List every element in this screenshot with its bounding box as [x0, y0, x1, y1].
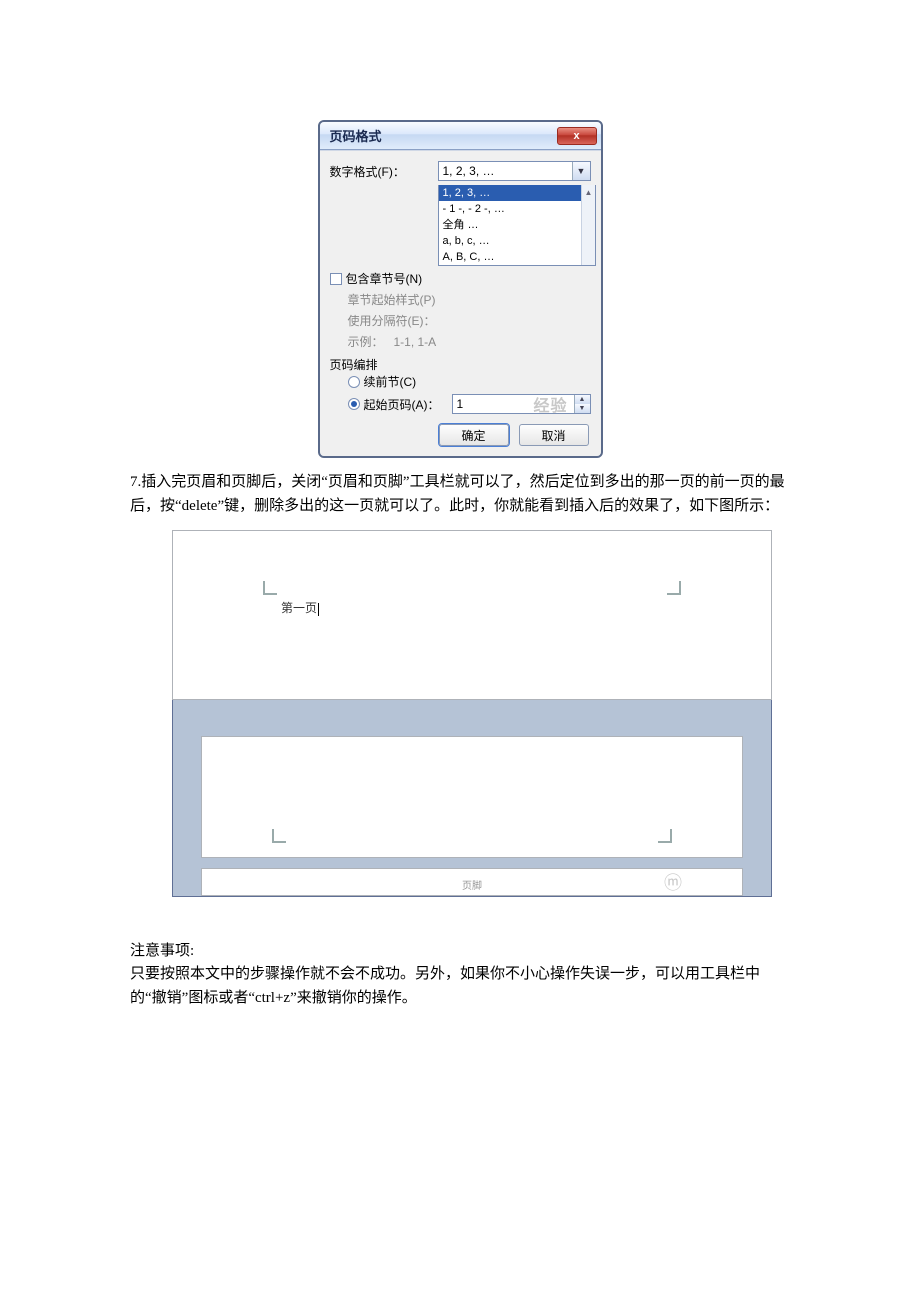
close-icon: x [573, 130, 579, 142]
result-preview-figure: 第一页 页脚 ⓜ [172, 530, 772, 897]
close-button[interactable]: x [557, 127, 597, 145]
preview-page-3: 页脚 ⓜ [201, 868, 743, 896]
number-format-label: 数字格式(F)： [330, 163, 438, 180]
step-7-text: 7.插入完页眉和页脚后，关闭“页眉和页脚”工具栏就可以了，然后定位到多出的那一页… [130, 470, 790, 518]
dialog-body: 数字格式(F)： 1, 2, 3, … ▼ 1, 2, 3, … - 1 -, … [320, 150, 601, 456]
include-chapter-label: 包含章节号(N) [346, 270, 423, 287]
cancel-button[interactable]: 取消 [519, 424, 589, 446]
dropdown-option[interactable]: 全角 … [439, 217, 595, 233]
dialog-title: 页码格式 [330, 126, 382, 145]
dropdown-option[interactable]: 1, 2, 3, … [439, 185, 595, 201]
separator-label: 使用分隔符(E)： [348, 312, 436, 329]
continue-label: 续前节(C) [364, 373, 417, 390]
text-cursor-icon [318, 603, 319, 616]
spinner-down-icon[interactable]: ▼ [575, 404, 590, 413]
dialog-titlebar: 页码格式 x [320, 122, 601, 150]
chevron-down-icon: ▼ [572, 162, 590, 180]
page-footer-text: 页脚 [462, 877, 482, 892]
example-row: 示例： 1-1, 1-A [330, 333, 591, 350]
start-at-label: 起始页码(A)： [364, 396, 452, 413]
page-gap [173, 700, 771, 736]
number-format-combo[interactable]: 1, 2, 3, … ▼ [438, 161, 591, 181]
watermark-text: 经验 [533, 392, 567, 416]
example-label: 示例： [348, 333, 394, 350]
number-format-dropdown[interactable]: 1, 2, 3, … - 1 -, - 2 -, … 全角 … a, b, c,… [438, 185, 596, 266]
include-chapter-row: 包含章节号(N) [330, 270, 591, 287]
crop-mark-icon [650, 821, 672, 843]
number-format-row: 数字格式(F)： 1, 2, 3, … ▼ [330, 161, 591, 181]
spinner-up-icon[interactable]: ▲ [575, 395, 590, 404]
start-at-input[interactable]: 1 经验 ▲▼ [452, 394, 591, 414]
crop-mark-icon [272, 821, 294, 843]
continue-row: 续前节(C) [330, 373, 591, 390]
separator-row: 使用分隔符(E)： [330, 312, 591, 329]
start-at-row: 起始页码(A)： 1 经验 ▲▼ [330, 394, 591, 414]
page-number-format-dialog: 页码格式 x 数字格式(F)： 1, 2, 3, … ▼ 1, 2, 3, … … [318, 120, 603, 458]
preview-page-1: 第一页 [172, 530, 772, 700]
dropdown-option[interactable]: A, B, C, … [439, 249, 595, 265]
dropdown-option[interactable]: - 1 -, - 2 -, … [439, 201, 595, 217]
crop-mark-icon [659, 581, 681, 603]
scrollbar[interactable] [581, 185, 595, 265]
document-page: 页码格式 x 数字格式(F)： 1, 2, 3, … ▼ 1, 2, 3, … … [0, 0, 920, 1050]
chapter-start-label: 章节起始样式(P) [348, 291, 436, 308]
ok-button[interactable]: 确定 [439, 424, 509, 446]
include-chapter-checkbox[interactable] [330, 273, 342, 285]
preview-page-2 [201, 736, 743, 858]
dialog-button-row: 确定 取消 [330, 424, 591, 446]
dropdown-option[interactable]: a, b, c, … [439, 233, 595, 249]
spinner[interactable]: ▲▼ [574, 395, 590, 413]
chapter-style-row: 章节起始样式(P) [330, 291, 591, 308]
example-value: 1-1, 1-A [394, 335, 437, 349]
pagination-group-label: 页码编排 [330, 356, 591, 373]
continue-radio[interactable] [348, 376, 360, 388]
start-at-radio[interactable] [348, 398, 360, 410]
watermark-icon: ⓜ [664, 869, 682, 895]
start-at-value: 1 [457, 397, 464, 411]
number-format-value: 1, 2, 3, … [443, 164, 495, 178]
page-header-text: 第一页 [281, 599, 319, 616]
notes-heading: 注意事项: [130, 939, 790, 960]
notes-body: 只要按照本文中的步骤操作就不会不成功。另外，如果你不小心操作失误一步，可以用工具… [130, 962, 790, 1010]
